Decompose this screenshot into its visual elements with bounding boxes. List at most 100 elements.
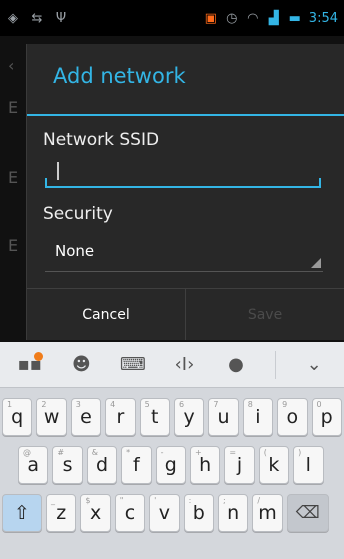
security-dropdown[interactable]: None [45, 236, 323, 272]
key-b[interactable]: :b [183, 494, 214, 532]
text-caret [57, 162, 59, 180]
key-hint: 3 [75, 400, 81, 409]
save-button[interactable]: Save [186, 289, 344, 340]
key-a[interactable]: @ a [18, 446, 49, 484]
key-k[interactable]: (k [258, 446, 290, 484]
key-p[interactable]: 0p [311, 398, 342, 436]
soft-keyboard: ▪▪ ☻ ⌨ ‹I› ● ⌄ 1q2w3e4r5t6y7u8i9o0p @ a # s… [0, 342, 344, 559]
key-hint: _ [51, 496, 55, 505]
ssid-label: Network SSID [43, 130, 160, 150]
key-q[interactable]: 1q [2, 398, 33, 436]
key-label: s [62, 454, 73, 476]
key-hint: # [57, 448, 65, 457]
cursor-move-icon[interactable]: ‹I› [171, 352, 197, 378]
key-hint: 8 [247, 400, 253, 409]
key-label: y [183, 406, 195, 428]
key-row-3: ⇧ _ z $ x " c ' v: b; n / m ⌫ [0, 494, 344, 532]
key-label: n [227, 502, 240, 524]
key-d[interactable]: & d [86, 446, 118, 484]
chevron-down-icon[interactable]: ⌄ [301, 352, 327, 378]
key-hint: " [119, 496, 124, 505]
key-hint: 2 [41, 400, 47, 409]
add-network-dialog: Add network Network SSID Security None C… [26, 44, 344, 340]
key-hint: $ [85, 496, 91, 505]
key-label: d [95, 454, 108, 476]
keyboard-toolbar: ▪▪ ☻ ⌨ ‹I› ● ⌄ [0, 342, 344, 388]
key-x[interactable]: $ x [80, 494, 111, 532]
security-value: None [55, 242, 95, 260]
key-label: g [164, 454, 177, 476]
key-hint: / [257, 496, 261, 505]
toolbar-divider [274, 350, 276, 379]
key-hint: * [126, 448, 131, 457]
title-divider [27, 114, 344, 116]
key-hint: ; [222, 496, 226, 505]
ssid-input[interactable] [45, 154, 321, 188]
battery-icon: ▬ [288, 10, 301, 26]
cancel-button[interactable]: Cancel [27, 289, 186, 340]
key-c[interactable]: " c [114, 494, 146, 532]
shift-key[interactable]: ⇧ [2, 494, 42, 532]
key-label: m [258, 502, 277, 524]
key-label: q [11, 406, 24, 428]
backspace-key[interactable]: ⌫ [286, 494, 329, 532]
key-m[interactable]: / m [252, 494, 283, 532]
key-e[interactable]: 3e [70, 398, 102, 436]
apps-icon[interactable]: ▪▪ [17, 351, 43, 378]
key-label: p [320, 406, 333, 428]
key-h[interactable]: + h [189, 446, 221, 484]
key-t[interactable]: 5t [139, 398, 170, 436]
dialog-title: Add network [53, 64, 186, 88]
security-label: Security [43, 204, 113, 224]
key-label: l [305, 454, 311, 476]
input-corner [45, 178, 47, 186]
key-hint: 7 [213, 400, 219, 409]
key-label: h [199, 454, 212, 476]
key-label: c [124, 502, 136, 524]
key-hint: 5 [144, 400, 150, 409]
notification-badge [33, 351, 43, 361]
usb-icon: Ψ [55, 10, 67, 26]
key-g[interactable]: -g [155, 446, 186, 484]
key-v[interactable]: ' v [149, 494, 180, 532]
key-w[interactable]: 2w [36, 398, 67, 436]
key-i[interactable]: 8i [242, 398, 274, 436]
key-label: x [89, 502, 102, 524]
key-o[interactable]: 9o [277, 398, 308, 436]
key-label: t [151, 406, 159, 428]
key-u[interactable]: 7u [208, 398, 239, 436]
key-label: j [236, 454, 243, 476]
key-hint: @ [23, 448, 31, 457]
key-label: e [80, 406, 92, 428]
emoji-icon[interactable]: ☻ [68, 352, 94, 378]
key-l[interactable]: ) l [293, 446, 324, 484]
key-row-1: 1q2w3e4r5t6y7u8i9o0p [0, 398, 344, 436]
clock: 3:54 [308, 10, 338, 26]
sim-icon: ▣ [204, 10, 217, 26]
signal-dots-icon: ◈ [8, 10, 18, 26]
key-label: r [116, 406, 125, 428]
key-j[interactable]: = j [224, 446, 255, 484]
key-label: k [268, 454, 280, 476]
microphone-icon[interactable]: ● [223, 352, 249, 378]
key-hint: ( [263, 448, 267, 457]
dialog-buttons: Cancel Save [27, 288, 344, 340]
key-n[interactable]: ; n [217, 494, 249, 532]
key-label: b [192, 502, 205, 524]
key-r[interactable]: 4r [105, 398, 136, 436]
dropdown-triangle-icon [311, 258, 321, 268]
signal-icon: ▟ [268, 10, 279, 26]
key-hint: ' [154, 496, 157, 505]
key-s[interactable]: # s [52, 446, 83, 484]
key-y[interactable]: 6y [173, 398, 205, 436]
key-f[interactable]: * f [121, 446, 152, 484]
key-label: u [217, 406, 230, 428]
key-hint: 0 [316, 400, 322, 409]
key-hint: 1 [7, 400, 13, 409]
key-hint: - [160, 448, 164, 457]
key-z[interactable]: _ z [46, 494, 77, 532]
keyboard-icon[interactable]: ⌨ [120, 352, 146, 378]
key-row-2: @ a # s & d * f - g + h = j(k) l [0, 446, 344, 484]
key-label: w [43, 406, 60, 428]
key-label: f [133, 454, 140, 476]
